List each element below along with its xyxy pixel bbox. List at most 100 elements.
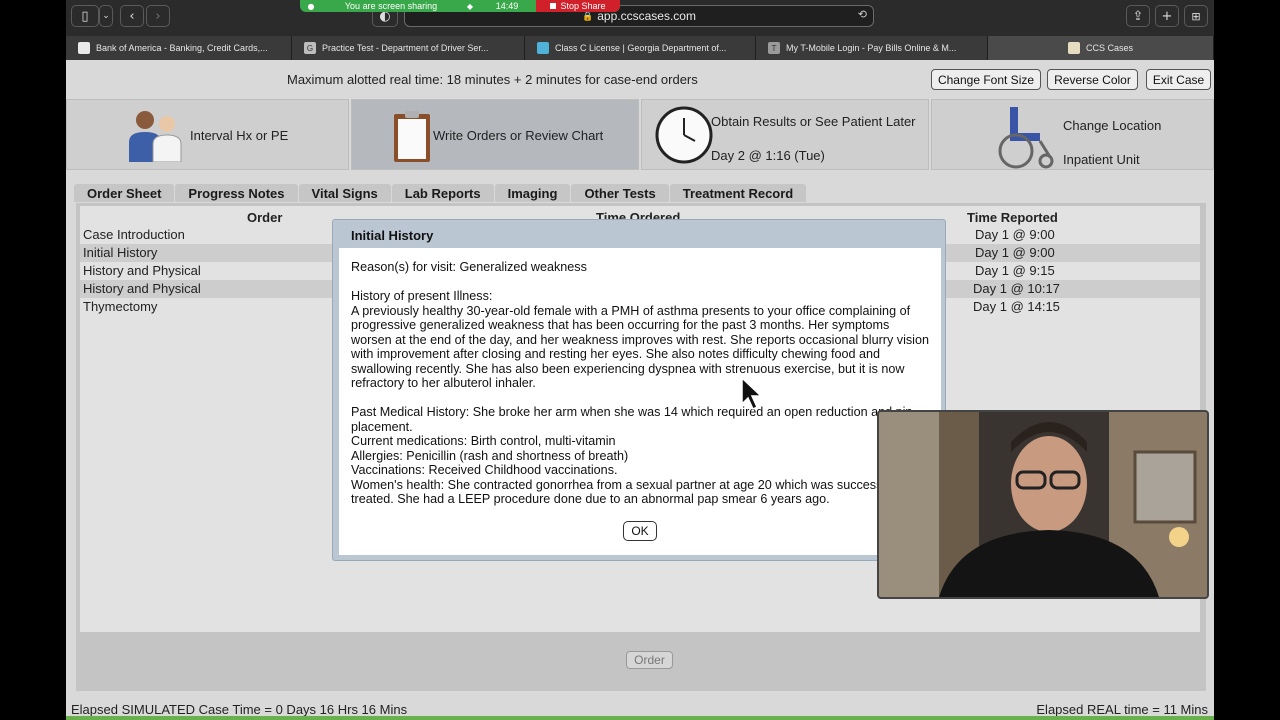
reported-cell: Day 1 @ 9:00 — [975, 245, 1055, 260]
browser-tab-bar: Bank of America - Banking, Credit Cards,… — [66, 36, 1214, 60]
change-location-label: Change Location — [1063, 118, 1162, 133]
back-button[interactable]: ‹ — [120, 5, 144, 27]
bottom-accent-bar — [66, 716, 1214, 720]
tab-imaging[interactable]: Imaging — [494, 184, 571, 202]
dialog-title: Initial History — [351, 228, 434, 243]
screen-share-banner: ● You are screen sharing ◆ 14:49 Stop Sh… — [300, 0, 620, 12]
col-order-header: Order — [247, 210, 283, 225]
bank-favicon-icon — [78, 42, 90, 54]
tab-vital-signs[interactable]: Vital Signs — [298, 184, 391, 202]
reason-for-visit: Reason(s) for visit: Generalized weaknes… — [351, 260, 587, 274]
plus-icon: + — [1161, 8, 1173, 24]
chevron-left-icon: ‹ — [129, 8, 135, 24]
change-font-size-button[interactable]: Change Font Size — [931, 69, 1041, 90]
col-time-reported-header: Time Reported — [967, 210, 1058, 225]
reverse-color-button[interactable]: Reverse Color — [1047, 69, 1138, 90]
tab-overview-dropdown[interactable]: ⌄ — [99, 5, 113, 27]
forward-button[interactable]: › — [146, 5, 170, 27]
change-location-tile[interactable]: Change Location Inpatient Unit — [931, 99, 1214, 170]
tab-lab-reports[interactable]: Lab Reports — [391, 184, 494, 202]
wheelchair-icon — [998, 107, 1054, 169]
order-cell: Initial History — [83, 245, 158, 260]
write-orders-label: Write Orders or Review Chart — [433, 128, 604, 143]
order-cell: Thymectomy — [83, 299, 158, 314]
hpi-text: A previously healthy 30-year-old female … — [351, 303, 929, 391]
share-button[interactable]: ⇪ — [1126, 5, 1150, 27]
webcam-video-image — [879, 412, 1207, 597]
webcam-overlay — [877, 410, 1209, 599]
obtain-results-label: Obtain Results or See Patient Later — [711, 114, 916, 129]
ccs-favicon-icon — [1067, 42, 1080, 54]
reported-cell: Day 1 @ 9:15 — [975, 263, 1055, 278]
womens-health: Women's health: She contracted gonorrhea… — [351, 477, 905, 507]
browser-tab-label: Class C License | Georgia Department of.… — [555, 43, 727, 53]
t-favicon-icon: T — [768, 42, 780, 54]
browser-tab[interactable]: Class C License | Georgia Department of.… — [525, 36, 756, 60]
stop-icon — [550, 3, 557, 9]
initial-history-dialog: Initial History Reason(s) for visit: Gen… — [332, 219, 946, 561]
tab-other-tests[interactable]: Other Tests — [571, 184, 669, 202]
sidebar-toggle-button[interactable]: ▯ — [71, 5, 99, 27]
interval-hx-label: Interval Hx or PE — [190, 128, 289, 143]
sidebar-icon: ▯ — [81, 8, 89, 24]
elapsed-simulated-time: Elapsed SIMULATED Case Time = 0 Days 16 … — [71, 702, 408, 717]
write-orders-tile[interactable]: Write Orders or Review Chart — [351, 99, 639, 170]
dialog-text: Reason(s) for visit: Generalized weaknes… — [351, 260, 931, 507]
share-icon: ⇪ — [1132, 8, 1144, 24]
tab-grid-button[interactable]: ⊞ — [1184, 5, 1208, 27]
browser-tab-active[interactable]: CCS Cases — [988, 36, 1214, 60]
tab-order-sheet[interactable]: Order Sheet — [74, 184, 175, 202]
exit-case-button[interactable]: Exit Case — [1146, 69, 1211, 90]
chart-tabs: Order Sheet Progress Notes Vital Signs L… — [74, 184, 807, 202]
ok-button[interactable]: OK — [623, 521, 657, 541]
current-unit-label: Inpatient Unit — [1063, 152, 1140, 167]
browser-tab-label: Bank of America - Banking, Credit Cards,… — [96, 43, 268, 53]
sim-day-label: Day 2 @ 1:16 (Tue) — [711, 148, 825, 163]
allergies: Allergies: Penicillin (rash and shortnes… — [351, 448, 629, 463]
order-cell: History and Physical — [83, 263, 201, 278]
order-button[interactable]: Order — [626, 651, 673, 669]
share-message: You are screen sharing — [344, 1, 438, 11]
tab-progress-notes[interactable]: Progress Notes — [175, 184, 298, 202]
vaccinations: Vaccinations: Received Childhood vaccina… — [351, 463, 618, 477]
reported-cell: Day 1 @ 14:15 — [973, 299, 1060, 314]
browser-tab[interactable]: Bank of America - Banking, Credit Cards,… — [66, 36, 292, 60]
browser-window: ▯ ⌄ ‹ › ◐ 🔒 app.ccscases.com ⟲ ⇪ + ⊞ ● Y… — [66, 0, 1214, 720]
share-time: 14:49 — [495, 1, 519, 11]
interval-hx-tile[interactable]: Interval Hx or PE — [66, 99, 349, 170]
dialog-body: Reason(s) for visit: Generalized weaknes… — [339, 248, 941, 555]
hpi-heading: History of present Illness: — [351, 289, 493, 303]
browser-tab-label: CCS Cases — [1085, 43, 1133, 53]
max-time-text: Maximum alotted real time: 18 minutes + … — [287, 72, 698, 87]
clock-icon — [655, 106, 713, 164]
security-icon: ◆ — [466, 1, 474, 11]
mouse-cursor-icon — [741, 376, 763, 411]
translate-reload-icons[interactable]: ⟲ — [858, 8, 867, 21]
current-medications: Current medications: Birth control, mult… — [351, 434, 616, 448]
stop-share-button[interactable]: Stop Share — [536, 0, 620, 12]
order-cell: History and Physical — [83, 281, 201, 296]
license-favicon-icon — [537, 42, 549, 54]
camera-icon: ● — [307, 1, 315, 11]
tab-treatment-record[interactable]: Treatment Record — [669, 184, 807, 202]
clipboard-icon — [394, 111, 430, 162]
reported-cell: Day 1 @ 10:17 — [973, 281, 1060, 296]
doctor-patient-icon — [129, 111, 182, 162]
chevron-right-icon: › — [155, 8, 161, 24]
grid-icon: ⊞ — [1191, 9, 1201, 23]
browser-toolbar: ▯ ⌄ ‹ › ◐ 🔒 app.ccscases.com ⟲ ⇪ + ⊞ ● Y… — [66, 0, 1214, 36]
elapsed-real-time: Elapsed REAL time = 11 Mins — [1036, 702, 1208, 717]
reported-cell: Day 1 @ 9:00 — [975, 227, 1055, 242]
order-cell: Case Introduction — [83, 227, 185, 242]
past-medical-history: Past Medical History: She broke her arm … — [351, 405, 913, 434]
browser-tab[interactable]: G Practice Test - Department of Driver S… — [292, 36, 525, 60]
g-favicon-icon: G — [304, 42, 316, 54]
stop-share-label: Stop Share — [560, 1, 606, 11]
browser-tab[interactable]: T My T-Mobile Login - Pay Bills Online &… — [756, 36, 988, 60]
new-tab-button[interactable]: + — [1155, 5, 1179, 27]
chevron-down-icon: ⌄ — [102, 11, 110, 21]
obtain-results-tile[interactable]: Obtain Results or See Patient Later Day … — [641, 99, 929, 170]
app-header: Maximum alotted real time: 18 minutes + … — [66, 60, 1214, 98]
lock-icon: 🔒 — [582, 10, 594, 21]
browser-tab-label: My T-Mobile Login - Pay Bills Online & M… — [786, 43, 957, 53]
